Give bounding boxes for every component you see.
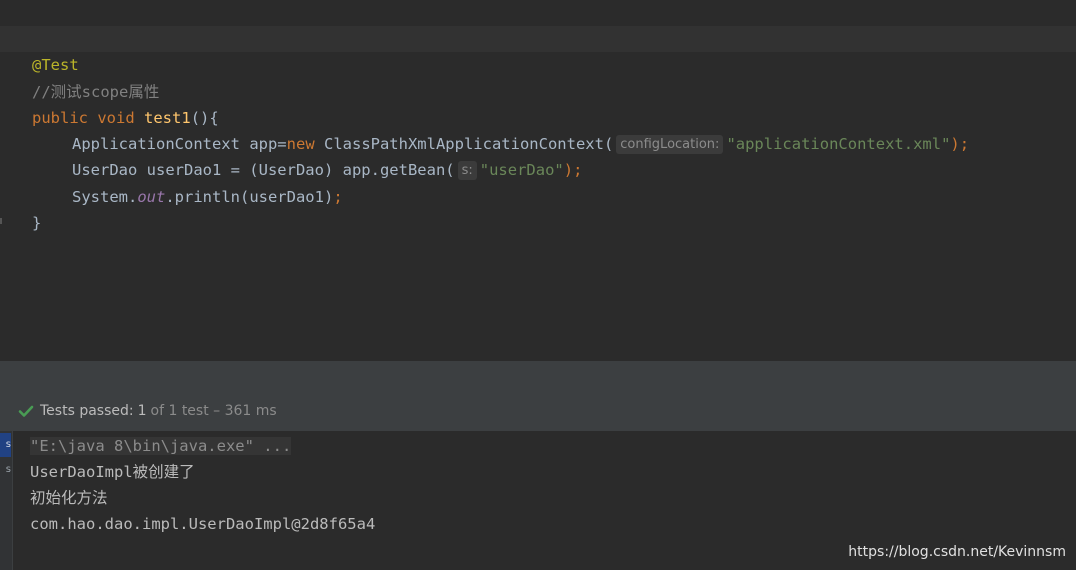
code-editor[interactable]: @Test //测试scope属性 public void test1(){ A…: [0, 0, 1076, 361]
test-count: 1: [137, 403, 147, 419]
code-line-6[interactable]: System.out.println(userDao1);: [0, 158, 1076, 206]
console-line: 初始化方法: [30, 489, 108, 507]
console-line: com.hao.dao.impl.UserDaoImpl@2d8f65a4: [30, 515, 376, 533]
check-icon: [18, 405, 34, 417]
code-line-3[interactable]: public void test1(){: [0, 79, 1076, 127]
console-line: UserDaoImpl被创建了: [30, 463, 195, 481]
test-status-label: Tests passed:: [40, 403, 134, 419]
closing-brace: }: [32, 214, 42, 232]
run-toolbar: Tests passed: 1 of 1 test – 361 ms: [0, 363, 1076, 431]
command-line[interactable]: "E:\java 8\bin\java.exe" ...: [30, 437, 292, 455]
code-line-7[interactable]: }: [0, 184, 1076, 232]
code-line-1[interactable]: @Test: [0, 26, 1076, 74]
watermark: https://blog.csdn.net/Kevinnsm: [848, 544, 1066, 560]
test-status: Tests passed: 1 of 1 test – 361 ms: [18, 403, 277, 419]
code-line-4[interactable]: ApplicationContext app=new ClassPathXmlA…: [0, 105, 1076, 154]
console-tab[interactable]: s: [0, 433, 11, 457]
code-line-5[interactable]: UserDao userDao1 = (UserDao) app.getBean…: [0, 131, 1076, 180]
code-line-2[interactable]: //测试scope属性: [0, 53, 1076, 101]
console-gutter: s s: [0, 431, 13, 570]
test-detail: of 1 test – 361 ms: [150, 403, 277, 419]
console-tab[interactable]: s: [0, 458, 11, 482]
console-line: "E:\java 8\bin\java.exe" ...: [30, 433, 292, 459]
